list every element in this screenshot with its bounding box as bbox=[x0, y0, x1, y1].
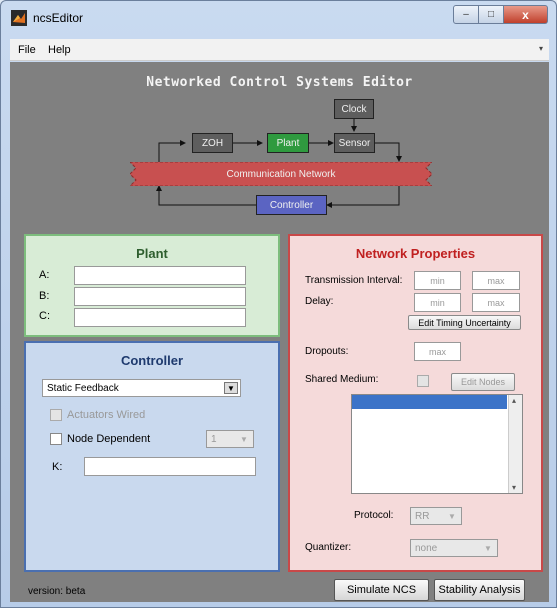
controller-to-network-arrow bbox=[156, 185, 256, 206]
window-title: ncsEditor bbox=[33, 11, 84, 25]
controller-type-value: Static Feedback bbox=[47, 382, 119, 394]
controller-type-select[interactable]: Static Feedback ▼ bbox=[42, 379, 241, 397]
menu-file[interactable]: File bbox=[18, 44, 36, 56]
quantizer-label: Quantizer: bbox=[305, 542, 352, 553]
network-to-zoh-arrow bbox=[158, 140, 186, 162]
app-window: ncsEditor – □ x File Help ▾ Networked Co… bbox=[0, 0, 557, 608]
actuators-wired-checkbox[interactable] bbox=[50, 409, 62, 421]
plant-panel: Plant A: B: C: bbox=[24, 234, 280, 337]
scroll-down-icon[interactable]: ▾ bbox=[512, 483, 516, 492]
sensor-to-network-arrow bbox=[375, 142, 402, 162]
plant-b-input[interactable] bbox=[74, 287, 246, 306]
chevron-down-icon: ▼ bbox=[484, 543, 492, 553]
chevron-down-icon: ▼ bbox=[224, 382, 238, 394]
close-button[interactable]: x bbox=[504, 5, 548, 24]
controller-panel: Controller Static Feedback ▼ Actuators W… bbox=[24, 341, 280, 572]
edit-nodes-button[interactable]: Edit Nodes bbox=[451, 373, 515, 391]
controller-k-input[interactable] bbox=[84, 457, 256, 476]
window-controls: – □ x bbox=[453, 5, 548, 25]
node-count-select[interactable]: 1 ▼ bbox=[206, 430, 254, 448]
controller-panel-title: Controller bbox=[120, 353, 184, 368]
menu-overflow-icon[interactable]: ▾ bbox=[539, 44, 543, 53]
menu-help[interactable]: Help bbox=[48, 44, 71, 56]
transmission-max-input[interactable]: max bbox=[472, 271, 520, 290]
protocol-label: Protocol: bbox=[354, 510, 394, 521]
scroll-up-icon[interactable]: ▴ bbox=[512, 396, 516, 405]
nodes-scrollbar[interactable]: ▴ ▾ bbox=[508, 395, 522, 493]
maximize-button[interactable]: □ bbox=[479, 5, 504, 24]
delay-max-input[interactable]: max bbox=[472, 293, 520, 312]
actuators-wired-label: Actuators Wired bbox=[67, 409, 146, 421]
shared-medium-checkbox[interactable] bbox=[417, 375, 429, 387]
network-panel-title: Network Properties bbox=[355, 246, 476, 261]
stability-analysis-button[interactable]: Stability Analysis bbox=[434, 579, 525, 601]
quantizer-select[interactable]: none ▼ bbox=[410, 539, 498, 557]
plant-b-label: B: bbox=[39, 290, 50, 302]
node-dependent-checkbox[interactable] bbox=[50, 433, 62, 445]
node-dependent-label: Node Dependent bbox=[67, 433, 151, 445]
dropouts-label: Dropouts: bbox=[305, 346, 349, 357]
edit-timing-uncertainty-button[interactable]: Edit Timing Uncertainty bbox=[408, 315, 521, 330]
node-count-value: 1 bbox=[211, 433, 217, 445]
plant-a-label: A: bbox=[39, 269, 50, 281]
nodes-listbox[interactable]: ▴ ▾ bbox=[351, 394, 523, 494]
minimize-button[interactable]: – bbox=[453, 5, 479, 24]
matlab-icon bbox=[11, 10, 27, 26]
diagram-controller-block[interactable]: Controller bbox=[256, 195, 327, 215]
diagram-clock-block[interactable]: Clock bbox=[334, 99, 374, 119]
version-label: version: beta bbox=[28, 586, 86, 597]
plant-a-input[interactable] bbox=[74, 266, 246, 285]
dropouts-max-input[interactable]: max bbox=[414, 342, 461, 361]
delay-label: Delay: bbox=[305, 296, 334, 307]
shared-medium-label: Shared Medium: bbox=[305, 374, 379, 385]
plant-c-label: C: bbox=[39, 310, 50, 322]
plant-c-input[interactable] bbox=[74, 308, 246, 327]
controller-k-label: K: bbox=[52, 461, 63, 473]
transmission-interval-label: Transmission Interval: bbox=[305, 275, 403, 286]
diagram-sensor-block[interactable]: Sensor bbox=[334, 133, 375, 153]
chevron-down-icon: ▼ bbox=[448, 511, 456, 521]
protocol-select[interactable]: RR ▼ bbox=[410, 507, 462, 525]
title-bar[interactable]: ncsEditor – □ x bbox=[1, 1, 556, 37]
main-figure: Networked Control Systems Editor Clock Z… bbox=[10, 62, 549, 602]
diagram-zoh-block[interactable]: ZOH bbox=[192, 133, 233, 153]
quantizer-value: none bbox=[415, 542, 438, 554]
protocol-value: RR bbox=[415, 510, 430, 522]
simulate-ncs-button[interactable]: Simulate NCS bbox=[334, 579, 429, 601]
diagram-plant-block[interactable]: Plant bbox=[267, 133, 309, 153]
chevron-down-icon: ▼ bbox=[240, 434, 248, 444]
nodes-list-selection[interactable] bbox=[352, 395, 507, 409]
plant-panel-title: Plant bbox=[136, 246, 168, 261]
diagram-network-label[interactable]: Communication Network bbox=[140, 164, 422, 184]
transmission-min-input[interactable]: min bbox=[414, 271, 461, 290]
menu-bar: File Help ▾ bbox=[10, 39, 549, 61]
network-properties-panel: Network Properties Transmission Interval… bbox=[288, 234, 543, 572]
network-to-controller-arrow bbox=[326, 186, 400, 208]
delay-min-input[interactable]: min bbox=[414, 293, 461, 312]
